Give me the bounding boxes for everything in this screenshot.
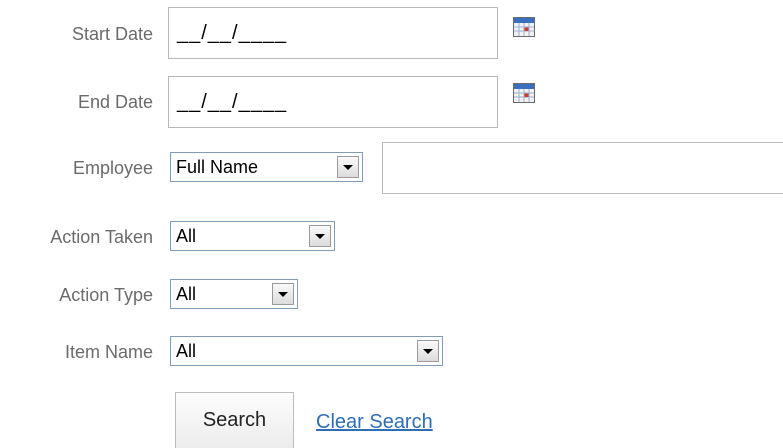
start-date-input[interactable]: __/__/____ (168, 7, 498, 59)
employee-name-format-value: Full Name (176, 157, 259, 177)
chevron-down-icon[interactable] (272, 283, 294, 305)
chevron-down-icon[interactable] (417, 340, 439, 362)
employee-name-format-select[interactable]: Full Name (170, 152, 363, 182)
end-date-input[interactable]: __/__/____ (168, 76, 498, 128)
calendar-icon[interactable] (513, 83, 535, 103)
employee-label: Employee (72, 158, 153, 178)
action-taken-value: All (176, 226, 197, 246)
chevron-down-icon[interactable] (337, 156, 359, 178)
clear-search-link[interactable]: Clear Search (316, 411, 433, 434)
start-date-label: Start Date (71, 24, 153, 44)
item-name-label: Item Name (64, 342, 153, 362)
search-button[interactable]: Search (175, 392, 294, 448)
end-date-label: End Date (77, 92, 153, 112)
action-type-label: Action Type (59, 285, 153, 305)
action-type-value: All (176, 284, 197, 304)
calendar-icon[interactable] (513, 17, 535, 37)
chevron-down-icon[interactable] (309, 225, 331, 247)
action-taken-label: Action Taken (50, 227, 153, 247)
item-name-select[interactable]: All (170, 336, 443, 366)
item-name-value: All (176, 341, 197, 361)
action-taken-select[interactable]: All (170, 221, 335, 251)
action-type-select[interactable]: All (170, 279, 298, 309)
search-form: Start Date __/__/____ End Date __/__/___… (0, 0, 783, 448)
employee-search-input[interactable] (382, 142, 783, 194)
